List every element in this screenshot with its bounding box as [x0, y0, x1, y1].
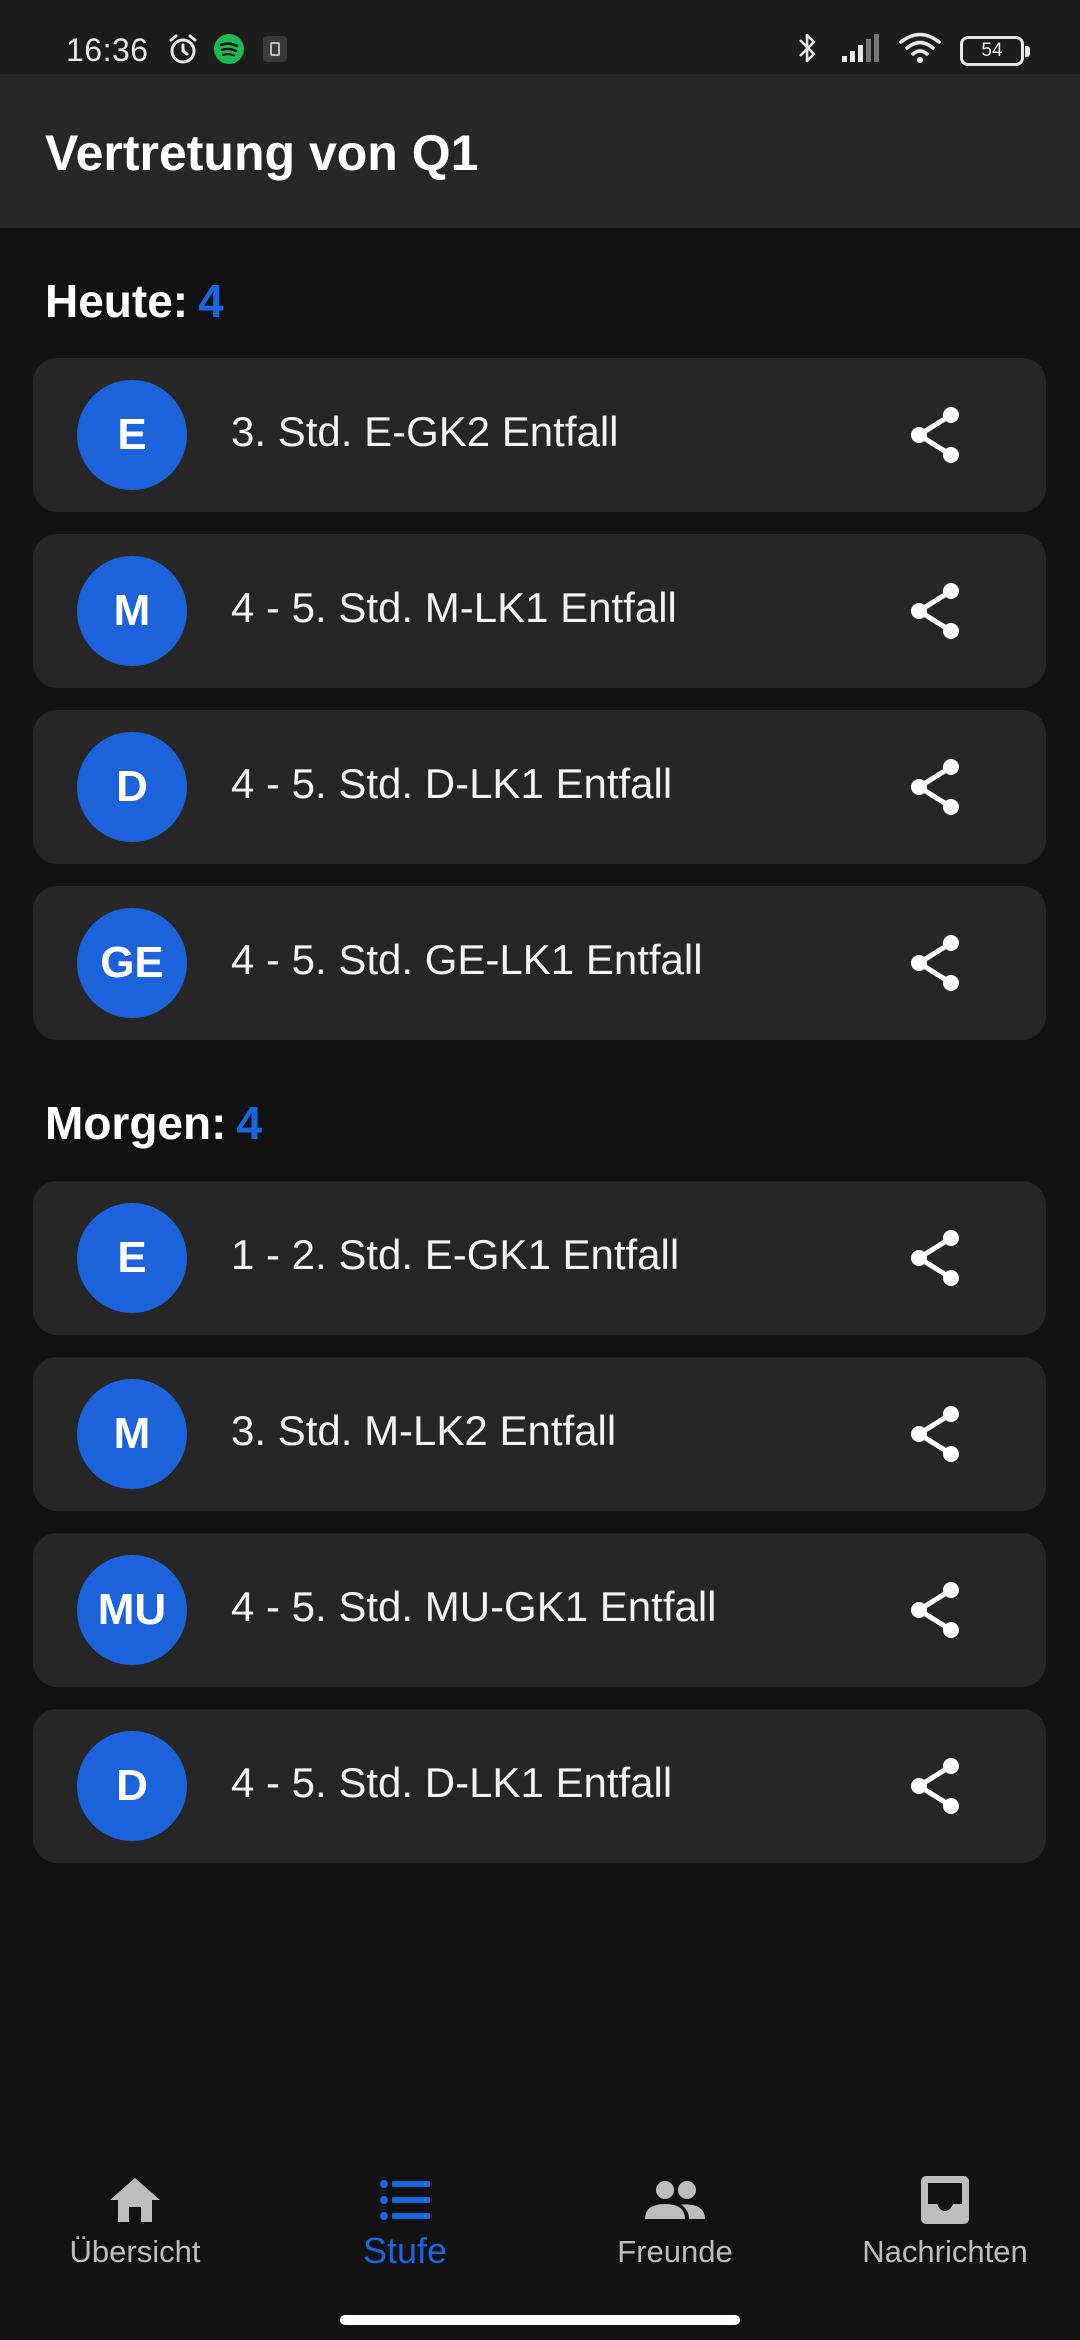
- list-icon: [380, 2180, 430, 2220]
- gesture-bar[interactable]: [340, 2315, 740, 2325]
- substitution-card[interactable]: M 4 - 5. Std. M-LK1 Entfall: [33, 534, 1046, 688]
- wifi-icon: [898, 31, 942, 70]
- home-icon: [110, 2178, 160, 2222]
- share-button[interactable]: [903, 403, 967, 467]
- bluetooth-icon: [794, 30, 822, 71]
- share-button[interactable]: [903, 1578, 967, 1642]
- share-icon: [911, 583, 959, 639]
- share-icon: [911, 1406, 959, 1462]
- share-icon: [911, 1582, 959, 1638]
- substitution-card[interactable]: GE 4 - 5. Std. GE-LK1 Entfall: [33, 886, 1046, 1040]
- section-count: 4: [198, 275, 224, 327]
- app-notification-icon: [258, 32, 292, 66]
- status-left-icons: [166, 32, 292, 66]
- section-heading-tomorrow: Morgen: 4: [45, 1096, 262, 1150]
- share-button[interactable]: [903, 1226, 967, 1290]
- substitution-text: 4 - 5. Std. D-LK1 Entfall: [231, 760, 673, 807]
- subject-avatar: M: [77, 556, 187, 666]
- subject-avatar: GE: [77, 908, 187, 1018]
- battery-icon: 54: [960, 35, 1030, 66]
- section-label: Heute:: [45, 275, 189, 327]
- share-icon: [911, 759, 959, 815]
- substitution-text: 4 - 5. Std. GE-LK1 Entfall: [231, 936, 703, 983]
- share-button[interactable]: [903, 1754, 967, 1818]
- page-title: Vertretung von Q1: [45, 125, 479, 181]
- substitution-card[interactable]: M 3. Std. M-LK2 Entfall: [33, 1357, 1046, 1511]
- signal-icon: [840, 32, 880, 69]
- app-bar: Vertretung von Q1: [0, 74, 1080, 228]
- share-icon: [911, 407, 959, 463]
- alarm-icon: [166, 32, 200, 66]
- status-right-icons: 54: [794, 30, 1030, 71]
- nav-item-friends[interactable]: Freunde: [540, 2170, 810, 2290]
- subject-avatar: D: [77, 732, 187, 842]
- nav-item-overview[interactable]: Übersicht: [0, 2170, 270, 2290]
- share-icon: [911, 1758, 959, 1814]
- substitution-text: 4 - 5. Std. MU-GK1 Entfall: [231, 1583, 717, 1630]
- subject-avatar: D: [77, 1731, 187, 1841]
- substitution-card[interactable]: D 4 - 5. Std. D-LK1 Entfall: [33, 1709, 1046, 1863]
- status-bar: 16:36 54: [0, 0, 1080, 74]
- share-button[interactable]: [903, 579, 967, 643]
- nav-label: Nachrichten: [862, 2234, 1028, 2269]
- inbox-icon: [921, 2176, 969, 2224]
- share-icon: [911, 1230, 959, 1286]
- section-heading-today: Heute: 4: [45, 274, 224, 328]
- battery-level: 54: [981, 39, 1003, 61]
- nav-label: Übersicht: [69, 2234, 201, 2269]
- nav-item-messages[interactable]: Nachrichten: [810, 2170, 1080, 2290]
- share-button[interactable]: [903, 1402, 967, 1466]
- share-button[interactable]: [903, 755, 967, 819]
- people-icon: [645, 2181, 705, 2219]
- nav-label: Freunde: [617, 2234, 733, 2269]
- nav-label: Stufe: [362, 2230, 448, 2271]
- substitution-text: 3. Std. E-GK2 Entfall: [231, 408, 619, 455]
- section-label: Morgen:: [45, 1097, 227, 1149]
- substitution-text: 4 - 5. Std. M-LK1 Entfall: [231, 584, 677, 631]
- substitution-card[interactable]: D 4 - 5. Std. D-LK1 Entfall: [33, 710, 1046, 864]
- spotify-icon: [212, 32, 246, 66]
- nav-item-stufe[interactable]: Stufe: [270, 2170, 540, 2290]
- substitution-text: 3. Std. M-LK2 Entfall: [231, 1407, 617, 1454]
- substitution-text: 1 - 2. Std. E-GK1 Entfall: [231, 1231, 680, 1278]
- share-icon: [911, 935, 959, 991]
- share-button[interactable]: [903, 931, 967, 995]
- bottom-navigation: Übersicht Stufe Freunde Nachrichten: [0, 2146, 1080, 2296]
- status-time: 16:36: [66, 32, 149, 68]
- substitution-card[interactable]: MU 4 - 5. Std. MU-GK1 Entfall: [33, 1533, 1046, 1687]
- subject-avatar: E: [77, 1203, 187, 1313]
- subject-avatar: M: [77, 1379, 187, 1489]
- subject-avatar: E: [77, 380, 187, 490]
- section-count: 4: [236, 1097, 263, 1149]
- substitution-card[interactable]: E 1 - 2. Std. E-GK1 Entfall: [33, 1181, 1046, 1335]
- substitution-text: 4 - 5. Std. D-LK1 Entfall: [231, 1759, 673, 1806]
- substitution-card[interactable]: E 3. Std. E-GK2 Entfall: [33, 358, 1046, 512]
- subject-avatar: MU: [77, 1555, 187, 1665]
